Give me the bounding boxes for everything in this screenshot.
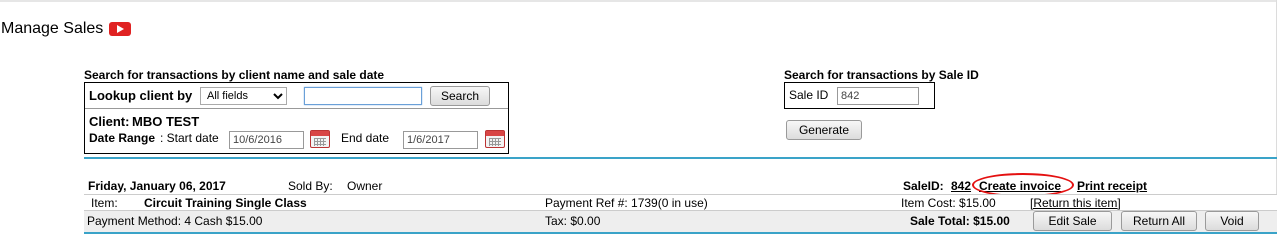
client-search-heading: Search for transactions by client name a… (84, 68, 385, 82)
item-label: Item: (91, 196, 118, 210)
tax-amount: Tax: $0.00 (545, 214, 601, 228)
start-calendar-icon[interactable] (310, 130, 330, 148)
edit-sale-button[interactable]: Edit Sale (1033, 211, 1112, 231)
sale-date: Friday, January 06, 2017 (88, 179, 226, 193)
payment-ref: Payment Ref #: 1739(0 in use) (545, 196, 708, 210)
end-date-label: End date (341, 131, 390, 145)
print-receipt-link[interactable]: Print receipt (1077, 179, 1147, 193)
start-date-input[interactable] (229, 131, 304, 149)
end-calendar-icon[interactable] (485, 130, 505, 148)
sale-id-input[interactable] (837, 87, 919, 105)
sale-id-link[interactable]: 842 (951, 179, 971, 193)
void-button[interactable]: Void (1205, 211, 1259, 231)
box-divider (85, 108, 508, 109)
bottom-divider (84, 232, 1277, 234)
lookup-field-select[interactable]: All fields (200, 87, 287, 105)
generate-button[interactable]: Generate (786, 120, 862, 140)
start-date-label: : Start date (160, 131, 219, 145)
end-date-input[interactable] (403, 131, 478, 149)
saleid-search-heading: Search for transactions by Sale ID (784, 68, 979, 82)
top-border (0, 0, 1277, 2)
item-cost: Item Cost: $15.00 (901, 196, 996, 210)
page-title-text: Manage Sales (1, 20, 104, 37)
client-label: Client: (89, 114, 130, 129)
sale-total: Sale Total: $15.00 (910, 214, 1010, 228)
lookup-label: Lookup client by (89, 88, 193, 103)
youtube-icon[interactable] (109, 22, 132, 36)
return-all-button[interactable]: Return All (1121, 211, 1197, 231)
return-item-link[interactable]: [Return this item] (1030, 196, 1121, 210)
date-range-label: Date Range (89, 131, 156, 145)
section-divider (84, 157, 1277, 159)
saleid-search-box: Sale ID (784, 82, 935, 109)
search-button[interactable]: Search (430, 86, 490, 106)
payment-method: Payment Method: 4 Cash $15.00 (87, 214, 263, 228)
sale-payment-row: Payment Method: 4 Cash $15.00 Tax: $0.00… (84, 210, 1277, 233)
sold-by-label: Sold By: (288, 179, 333, 193)
client-name: MBO TEST (132, 114, 200, 129)
sale-item-row: Item: Circuit Training Single Class Paym… (84, 194, 1277, 211)
sale-id-label: Sale ID (789, 88, 829, 102)
item-name: Circuit Training Single Class (144, 196, 307, 210)
client-search-box: Lookup client by All fields Search Clien… (84, 82, 509, 154)
lookup-input[interactable] (304, 87, 422, 105)
sold-by-value: Owner (347, 179, 383, 193)
page-title: Manage Sales (1, 20, 132, 38)
sale-id-caption: SaleID: (903, 179, 944, 193)
